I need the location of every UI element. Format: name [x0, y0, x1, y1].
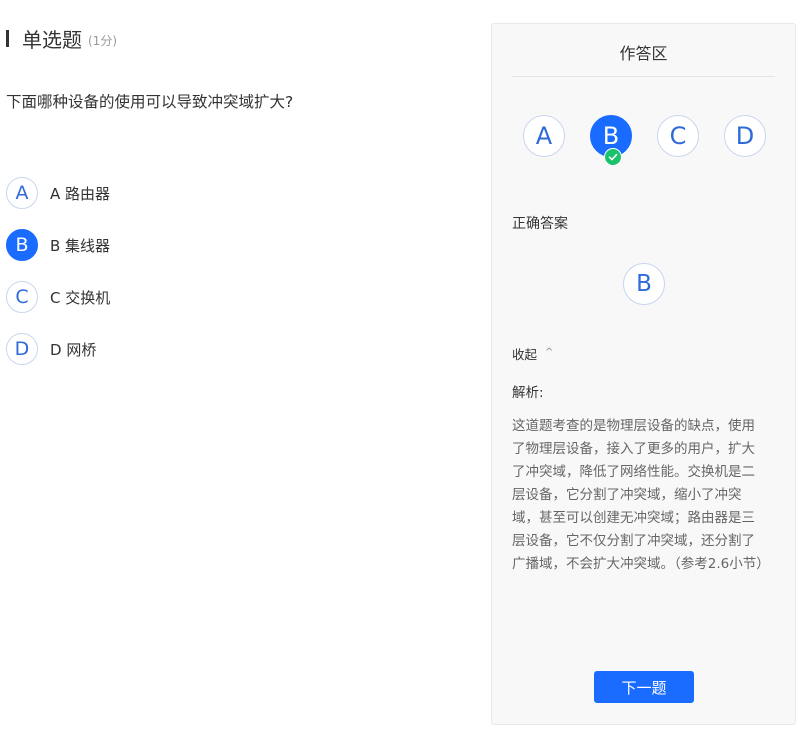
question-header: 单选题 (1分)	[6, 25, 117, 52]
option-b-letter[interactable]: B	[6, 229, 38, 261]
analysis-text: 这道题考查的是物理层设备的缺点，使用了物理层设备，接入了更多的用户，扩大了冲突域…	[512, 418, 770, 572]
option-d[interactable]: D D 网桥	[6, 332, 110, 366]
question-score: (1分)	[88, 33, 117, 48]
collapse-toggle[interactable]: 收起 ^	[512, 344, 553, 363]
analysis-label: 解析:	[512, 385, 544, 401]
answer-choice-c[interactable]: C	[657, 115, 699, 157]
answer-choice-b-letter: B	[602, 122, 620, 150]
answer-panel: 作答区 A B C D 正确答案 B 收起 ^ 解析: 这道题考查的是物理层设备…	[491, 23, 796, 725]
answer-choice-b[interactable]: B	[590, 115, 632, 166]
option-a-letter[interactable]: A	[6, 177, 38, 209]
option-c-letter[interactable]: C	[6, 281, 38, 313]
panel-divider	[512, 76, 775, 77]
question-stem: 下面哪种设备的使用可以导致冲突域扩大?	[6, 93, 294, 111]
option-c[interactable]: C C 交换机	[6, 280, 110, 314]
option-a[interactable]: A A 路由器	[6, 176, 110, 210]
check-icon	[604, 148, 622, 166]
question-type-title: 单选题	[22, 27, 82, 52]
option-a-text: A 路由器	[50, 184, 111, 203]
option-d-text: D 网桥	[50, 340, 97, 359]
option-d-letter[interactable]: D	[6, 333, 38, 365]
answer-choice-d[interactable]: D	[724, 115, 766, 157]
answer-choice-row: A B C D	[523, 115, 791, 166]
correct-answer-label: 正确答案	[512, 216, 568, 232]
option-c-text: C 交换机	[50, 288, 111, 307]
correct-answer-badge: B	[623, 263, 665, 305]
chevron-up-icon: ^	[545, 347, 554, 358]
option-b[interactable]: B B 集线器	[6, 228, 110, 262]
answer-choice-a[interactable]: A	[523, 115, 565, 157]
option-b-text: B 集线器	[50, 236, 111, 255]
panel-title: 作答区	[619, 44, 668, 63]
option-list: A A 路由器 B B 集线器 C C 交换机 D D 网桥	[6, 176, 110, 384]
next-question-button[interactable]: 下一题	[594, 671, 694, 703]
collapse-label: 收起	[512, 347, 538, 362]
title-accent-bar	[6, 29, 9, 47]
